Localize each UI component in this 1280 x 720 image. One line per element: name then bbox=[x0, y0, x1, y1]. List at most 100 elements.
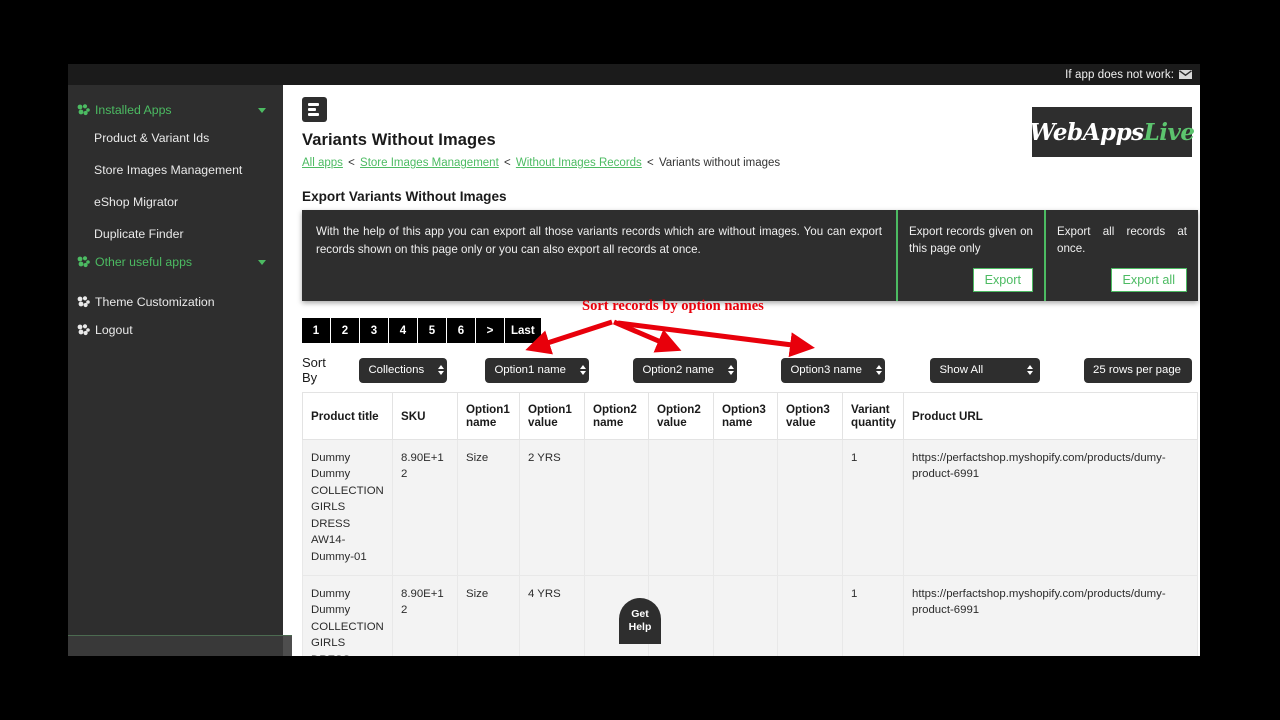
cubes-icon bbox=[77, 256, 90, 268]
table-row: Dummy Dummy COLLECTION GIRLS DRESS AW14-… bbox=[303, 575, 1198, 656]
annotation-label: Sort records by option names bbox=[582, 298, 764, 315]
cubes-icon bbox=[77, 296, 90, 308]
sidebar-item-label: Theme Customization bbox=[95, 295, 215, 309]
table-row: Dummy Dummy COLLECTION GIRLS DRESS AW14-… bbox=[303, 440, 1198, 576]
export-page-text: Export records given on this page only bbox=[909, 223, 1033, 258]
main-content: WebAppsLive Variants Without Images All … bbox=[283, 85, 1200, 656]
th-option3-value: Option3 value bbox=[778, 393, 843, 440]
sort-by-label: Sort By bbox=[302, 355, 344, 385]
cell-option3-value bbox=[778, 575, 843, 656]
show-all-value: Show All bbox=[939, 364, 983, 376]
cell-variant-quantity: 1 bbox=[843, 440, 904, 576]
breadcrumb-all-apps[interactable]: All apps bbox=[302, 157, 343, 169]
hamburger-icon[interactable] bbox=[302, 97, 327, 122]
page-button-3[interactable]: 3 bbox=[360, 318, 388, 343]
th-option3-name: Option3 name bbox=[714, 393, 778, 440]
sidebar-item-label: Logout bbox=[95, 323, 133, 337]
page-button-4[interactable]: 4 bbox=[389, 318, 417, 343]
top-status-bar: If app does not work: bbox=[68, 64, 1200, 85]
sidebar-group-label: Other useful apps bbox=[95, 255, 258, 269]
sidebar-group-other-useful-apps[interactable]: Other useful apps bbox=[68, 250, 283, 274]
get-help-line1: Get bbox=[631, 608, 649, 620]
breadcrumb-separator: < bbox=[348, 157, 355, 169]
updown-icon bbox=[1181, 365, 1200, 375]
export-all-text: Export all records at once. bbox=[1057, 223, 1187, 258]
breadcrumb-current: Variants without images bbox=[659, 157, 780, 169]
export-page-column: Export records given on this page only E… bbox=[896, 210, 1044, 301]
table-header-row: Product title SKU Option1 name Option1 v… bbox=[303, 393, 1198, 440]
show-all-select[interactable]: Show All bbox=[930, 358, 1040, 383]
th-variant-quantity: Variant quantity bbox=[843, 393, 904, 440]
screen-root: If app does not work: bbox=[0, 0, 1280, 720]
cell-product-url: https://perfactshop.myshopify.com/produc… bbox=[904, 575, 1198, 656]
cell-variant-quantity: 1 bbox=[843, 575, 904, 656]
sort-collections-select[interactable]: Collections bbox=[359, 358, 447, 383]
cell-option2-name bbox=[585, 440, 649, 576]
sidebar-item-eshop-migrator[interactable]: eShop Migrator bbox=[68, 186, 283, 218]
cell-option1-value: 4 YRS bbox=[520, 575, 585, 656]
sidebar-item-logout[interactable]: Logout bbox=[68, 316, 283, 344]
records-table: Product title SKU Option1 name Option1 v… bbox=[302, 392, 1198, 656]
logo-text-primary: WebApps bbox=[1029, 119, 1143, 146]
cubes-icon bbox=[77, 104, 90, 116]
sidebar-group-label: Installed Apps bbox=[95, 103, 258, 117]
th-option2-value: Option2 value bbox=[649, 393, 714, 440]
sidebar: Installed Apps Product & Variant Ids Sto… bbox=[68, 85, 283, 656]
rows-per-page-value: 25 rows per page bbox=[1093, 364, 1181, 376]
export-description: With the help of this app you can export… bbox=[302, 210, 896, 301]
export-section-title: Export Variants Without Images bbox=[302, 189, 1192, 204]
sidebar-bottom-divider bbox=[68, 635, 292, 636]
sidebar-item-store-images-management[interactable]: Store Images Management bbox=[68, 154, 283, 186]
breadcrumb-store-images-management[interactable]: Store Images Management bbox=[360, 157, 499, 169]
sidebar-group-installed-apps[interactable]: Installed Apps bbox=[68, 98, 283, 122]
get-help-button[interactable]: Get Help bbox=[619, 598, 661, 644]
page-button-2[interactable]: 2 bbox=[331, 318, 359, 343]
th-sku: SKU bbox=[393, 393, 458, 440]
logo-text-accent: Live bbox=[1144, 119, 1195, 146]
cell-option3-value bbox=[778, 440, 843, 576]
th-option1-name: Option1 name bbox=[458, 393, 520, 440]
th-option2-name: Option2 name bbox=[585, 393, 649, 440]
breadcrumb-separator: < bbox=[647, 157, 654, 169]
cell-sku: 8.90E+12 bbox=[393, 575, 458, 656]
cell-option1-name: Size bbox=[458, 575, 520, 656]
cell-option3-name bbox=[714, 575, 778, 656]
cell-product-title: Dummy Dummy COLLECTION GIRLS DRESS AW14-… bbox=[303, 575, 393, 656]
app-not-working-label: If app does not work: bbox=[1065, 69, 1174, 81]
breadcrumb-without-images-records[interactable]: Without Images Records bbox=[516, 157, 642, 169]
export-all-column: Export all records at once. Export all bbox=[1044, 210, 1198, 301]
sidebar-spacer bbox=[68, 274, 283, 288]
updown-icon bbox=[1013, 365, 1033, 375]
cell-product-url: https://perfactshop.myshopify.com/produc… bbox=[904, 440, 1198, 576]
cell-sku: 8.90E+12 bbox=[393, 440, 458, 576]
get-help-line2: Help bbox=[629, 621, 652, 633]
cell-option1-name: Size bbox=[458, 440, 520, 576]
cell-option2-value bbox=[649, 440, 714, 576]
chevron-down-icon bbox=[258, 260, 266, 265]
sidebar-item-product-variant-ids[interactable]: Product & Variant Ids bbox=[68, 122, 283, 154]
cell-option3-name bbox=[714, 440, 778, 576]
breadcrumb-separator: < bbox=[504, 157, 511, 169]
th-product-url: Product URL bbox=[904, 393, 1198, 440]
sort-collections-value: Collections bbox=[368, 364, 424, 376]
webappslive-logo: WebAppsLive bbox=[1032, 107, 1192, 157]
breadcrumb: All apps < Store Images Management < Wit… bbox=[302, 157, 1192, 169]
export-all-button[interactable]: Export all bbox=[1111, 268, 1188, 292]
th-option1-value: Option1 value bbox=[520, 393, 585, 440]
updown-icon bbox=[862, 365, 882, 375]
th-product-title: Product title bbox=[303, 393, 393, 440]
sidebar-bottom-fade bbox=[68, 636, 292, 656]
records-table-wrapper: Product title SKU Option1 name Option1 v… bbox=[302, 392, 1198, 656]
cell-product-title: Dummy Dummy COLLECTION GIRLS DRESS AW14-… bbox=[303, 440, 393, 576]
sidebar-item-theme-customization[interactable]: Theme Customization bbox=[68, 288, 283, 316]
sidebar-item-duplicate-finder[interactable]: Duplicate Finder bbox=[68, 218, 283, 250]
page-button-1[interactable]: 1 bbox=[302, 318, 330, 343]
envelope-icon[interactable] bbox=[1179, 70, 1192, 79]
cell-option1-value: 2 YRS bbox=[520, 440, 585, 576]
chevron-down-icon bbox=[258, 108, 266, 113]
rows-per-page-select[interactable]: 25 rows per page bbox=[1084, 358, 1192, 383]
cubes-icon bbox=[77, 324, 90, 336]
export-button[interactable]: Export bbox=[973, 268, 1033, 292]
annotation-arrows bbox=[440, 310, 860, 370]
export-panel: With the help of this app you can export… bbox=[302, 210, 1198, 301]
